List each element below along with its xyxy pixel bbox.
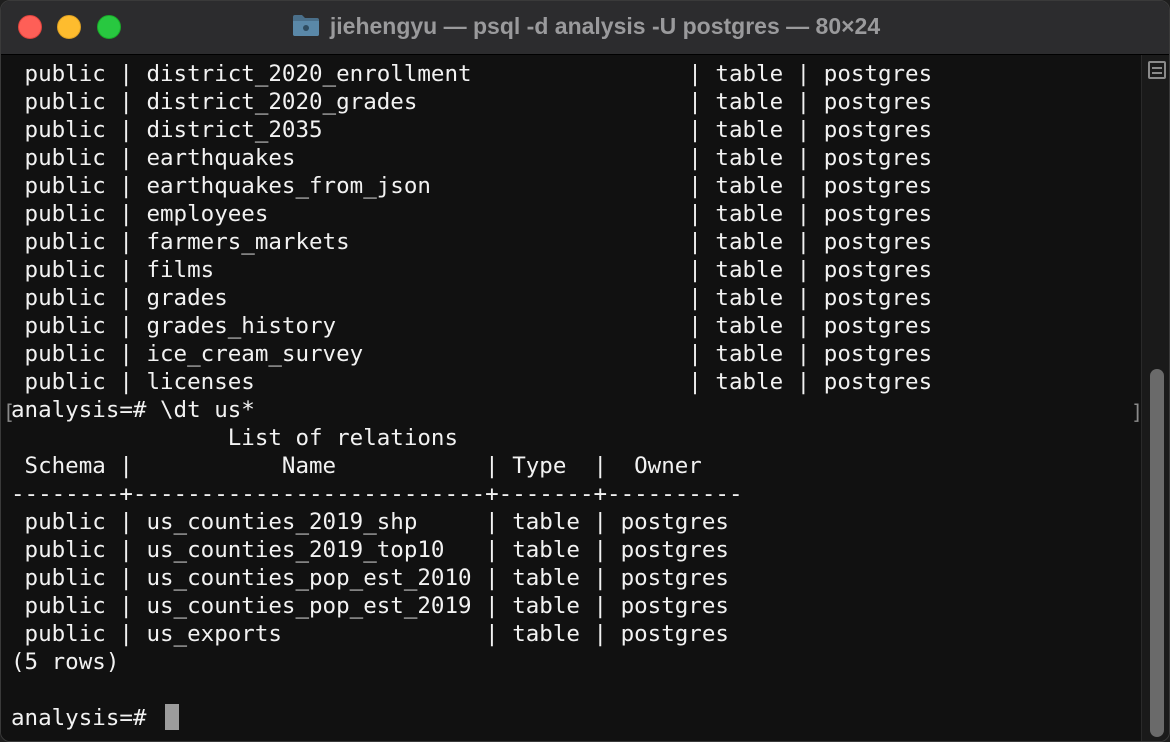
table-header: Schema | Name | Type | Owner: [11, 453, 702, 479]
title-bar[interactable]: jiehengyu — psql -d analysis -U postgres…: [1, 1, 1169, 55]
output-line: public | earthquakes | table | postgres: [11, 145, 933, 171]
output-line: public | ice_cream_survey | table | post…: [11, 341, 933, 367]
prompt-line[interactable]: analysis=#: [11, 704, 160, 732]
mark-bracket-left: [: [3, 400, 16, 424]
scroll-thumb[interactable]: [1150, 369, 1164, 737]
text-cursor: [165, 704, 179, 730]
row-count: (5 rows): [11, 649, 120, 675]
terminal-window: jiehengyu — psql -d analysis -U postgres…: [0, 0, 1170, 742]
output-line: public | grades_history | table | postgr…: [11, 313, 933, 339]
table-row: public | us_exports | table | postgres: [11, 621, 729, 647]
output-line: public | earthquakes_from_json | table |…: [11, 173, 933, 199]
terminal-output[interactable]: public | district_2020_enrollment | tabl…: [1, 55, 1143, 741]
table-row: public | us_counties_2019_top10 | table …: [11, 537, 729, 563]
command-line: analysis=# \dt us*: [11, 397, 255, 423]
output-line: public | grades | table | postgres: [11, 285, 933, 311]
output-line: public | farmers_markets | table | postg…: [11, 229, 933, 255]
output-line: public | films | table | postgres: [11, 257, 933, 283]
output-line: public | district_2020_enrollment | tabl…: [11, 61, 933, 87]
scrollbar[interactable]: [1141, 55, 1169, 741]
table-row: public | us_counties_pop_est_2010 | tabl…: [11, 565, 729, 591]
table-row: public | us_counties_pop_est_2019 | tabl…: [11, 593, 729, 619]
folder-icon: [292, 15, 319, 36]
output-line: public | employees | table | postgres: [11, 201, 933, 227]
window-title: jiehengyu — psql -d analysis -U postgres…: [329, 13, 881, 39]
table-separator: --------+--------------------------+----…: [11, 481, 743, 507]
window-title-wrap: jiehengyu — psql -d analysis -U postgres…: [1, 13, 1169, 40]
output-line: public | district_2020_grades | table | …: [11, 89, 933, 115]
table-caption: List of relations: [11, 425, 459, 451]
table-row: public | us_counties_2019_shp | table | …: [11, 509, 729, 535]
output-line: public | licenses | table | postgres: [11, 369, 933, 395]
output-line: public | district_2035 | table | postgre…: [11, 117, 933, 143]
scrollbar-menu-icon[interactable]: [1148, 61, 1166, 79]
